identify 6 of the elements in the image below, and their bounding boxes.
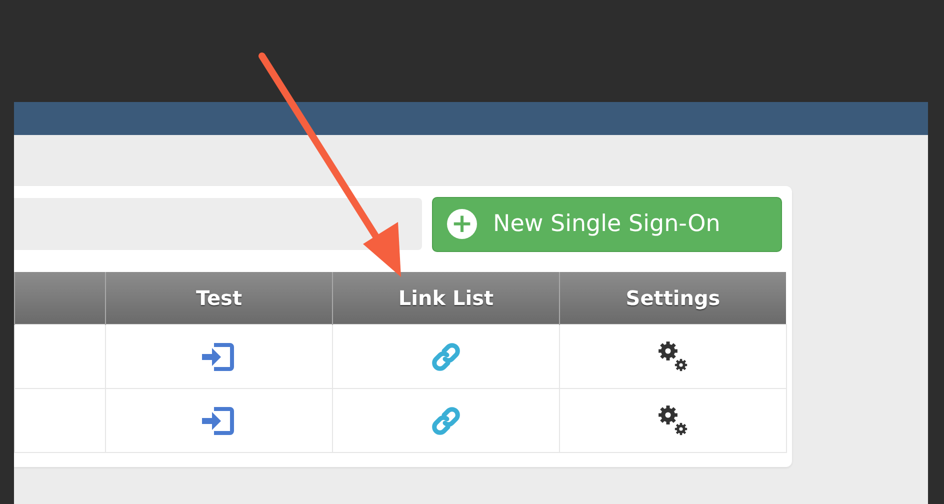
column-header: Settings (560, 272, 786, 324)
search-field[interactable] (14, 198, 422, 250)
column-header: Link List (332, 272, 560, 324)
new-single-sign-on-button[interactable]: + New Single Sign-On (432, 196, 782, 252)
column-header: Test (106, 272, 332, 324)
plus-icon: + (447, 209, 477, 239)
